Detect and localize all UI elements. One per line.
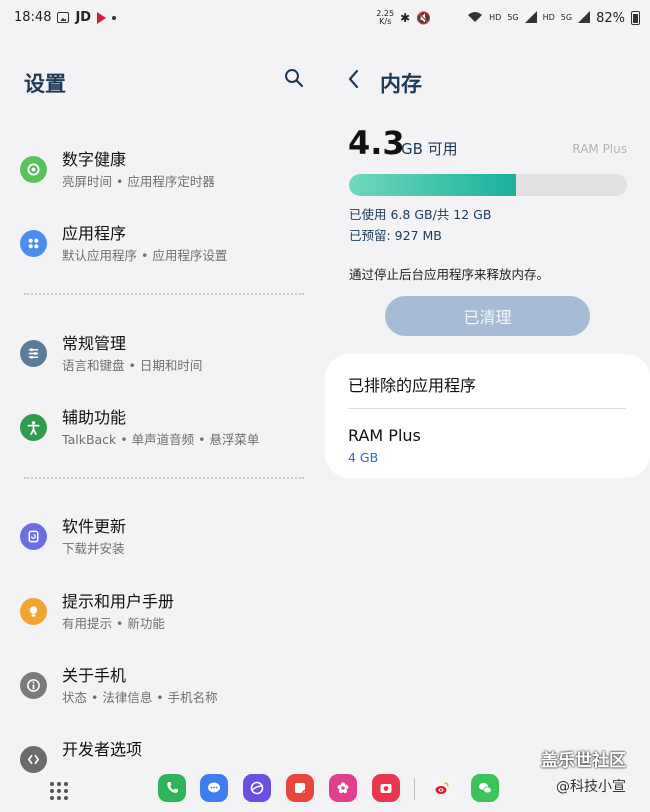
settings-item-tips[interactable]: 提示和用户手册 有用提示 • 新功能 [0, 588, 320, 648]
excluded-apps-item[interactable]: 已排除的应用程序 [348, 372, 476, 396]
video-notification-icon [97, 11, 107, 24]
settings-item-apps[interactable]: 应用程序 默认应用程序 • 应用程序设置 [0, 220, 320, 280]
settings-item-subtitle: 状态 • 法律信息 • 手机名称 [62, 690, 218, 705]
accessibility-icon [20, 414, 47, 441]
settings-pane: 设置 数字健康 亮屏时间 • 应用程序定时器 应用程序 默认应用程序 • 应用程… [0, 36, 320, 812]
settings-item-title: 应用程序 [62, 224, 127, 243]
memory-clean-note: 通过停止后台应用程序来释放内存。 [349, 267, 550, 282]
search-button[interactable] [284, 68, 306, 90]
wechat-app-icon[interactable] [471, 774, 499, 802]
network-gen-1: 5G [507, 13, 519, 22]
available-memory-value: 4.3 [348, 124, 405, 162]
settings-item-subtitle: 语言和键盘 • 日期和时间 [62, 358, 203, 373]
settings-item-title: 软件更新 [62, 517, 127, 536]
settings-item-subtitle: 亮屏时间 • 应用程序定时器 [62, 174, 215, 189]
internet-app-icon[interactable] [243, 774, 271, 802]
settings-item-title: 提示和用户手册 [62, 592, 175, 611]
bluetooth-icon: ✱ [400, 11, 411, 25]
battery-icon [631, 11, 640, 25]
signal-1-icon [524, 10, 537, 26]
net-speed-unit: K/s [379, 17, 392, 26]
jd-notification-label: JD [75, 10, 92, 25]
network-gen-2: 5G [560, 13, 573, 22]
digital-wellbeing-icon [20, 156, 47, 183]
mute-icon: 🔇 [416, 11, 432, 25]
weibo-app-icon[interactable] [428, 774, 456, 802]
author-watermark: @科技小宣 [556, 779, 626, 795]
memory-reserved-text: 已预留: 927 MB [349, 228, 442, 243]
signal-2-icon [578, 10, 591, 26]
community-watermark: 盖乐世社区 [541, 751, 626, 771]
page-title: 设置 [24, 72, 66, 96]
more-notifications-icon [112, 15, 117, 20]
battery-percent: 82% [596, 10, 625, 26]
clean-button[interactable]: 已清理 [385, 296, 590, 336]
settings-item-subtitle: 下载并安装 [62, 541, 125, 556]
settings-item-subtitle: 默认应用程序 • 应用程序设置 [62, 248, 228, 263]
ram-plus-item[interactable]: RAM Plus [348, 426, 421, 445]
phone-app-icon[interactable] [158, 774, 186, 802]
settings-item-subtitle: TalkBack • 单声道音频 • 悬浮菜单 [62, 432, 260, 447]
chevron-left-icon [348, 69, 359, 89]
memory-used-text: 已使用 6.8 GB/共 12 GB [349, 207, 492, 222]
section-divider [24, 477, 304, 479]
messages-app-icon[interactable] [200, 774, 228, 802]
camera-app-icon[interactable] [372, 774, 400, 802]
settings-item-about-phone[interactable]: 关于手机 状态 • 法律信息 • 手机名称 [0, 662, 320, 722]
tips-icon [20, 598, 47, 625]
memory-page-title: 内存 [380, 72, 422, 96]
status-bar: 18:48 JD 2.25 K/s ✱ 🔇 HD 5G HD 5G 82% [0, 0, 650, 36]
ram-plus-value: 4 GB [348, 450, 379, 465]
net-speed-indicator: 2.25 K/s [376, 10, 394, 26]
ram-plus-label: RAM Plus [572, 142, 627, 156]
settings-item-software-update[interactable]: 软件更新 下载并安装 [0, 513, 320, 573]
back-button[interactable] [345, 68, 365, 92]
apps-icon [20, 230, 47, 257]
taskbar [0, 768, 650, 812]
settings-item-title: 辅助功能 [62, 408, 127, 427]
settings-item-general-management[interactable]: 常规管理 语言和键盘 • 日期和时间 [0, 330, 320, 390]
wifi-icon [467, 11, 483, 26]
available-memory-unit: GB 可用 [401, 140, 458, 158]
settings-item-accessibility[interactable]: 辅助功能 TalkBack • 单声道音频 • 悬浮菜单 [0, 404, 320, 464]
status-time: 18:48 [14, 10, 52, 25]
memory-options-card: 已排除的应用程序 RAM Plus 4 GB [325, 354, 650, 478]
card-divider [348, 408, 626, 409]
software-update-icon [20, 523, 47, 550]
gallery-app-icon[interactable] [329, 774, 357, 802]
settings-item-digital-wellbeing[interactable]: 数字健康 亮屏时间 • 应用程序定时器 [0, 146, 320, 206]
general-management-icon [20, 340, 47, 367]
settings-item-title: 开发者选项 [62, 740, 143, 759]
hd-indicator-2: HD [542, 13, 555, 22]
info-icon [20, 672, 47, 699]
search-icon [285, 69, 304, 88]
settings-item-title: 数字健康 [62, 150, 127, 169]
settings-item-title: 常规管理 [62, 334, 127, 353]
app-drawer-icon[interactable] [50, 782, 68, 800]
settings-item-title: 关于手机 [62, 666, 127, 685]
dock-separator [414, 778, 415, 800]
section-divider [24, 293, 304, 295]
hd-indicator-1: HD [489, 13, 502, 22]
memory-usage-bar [349, 174, 627, 196]
memory-pane: 内存 4.3 GB 可用 RAM Plus 已使用 6.8 GB/共 12 GB… [325, 36, 650, 812]
gallery-notification-icon [57, 12, 70, 23]
memory-usage-fill [349, 174, 516, 196]
settings-item-subtitle: 有用提示 • 新功能 [62, 616, 165, 631]
notes-app-icon[interactable] [286, 774, 314, 802]
